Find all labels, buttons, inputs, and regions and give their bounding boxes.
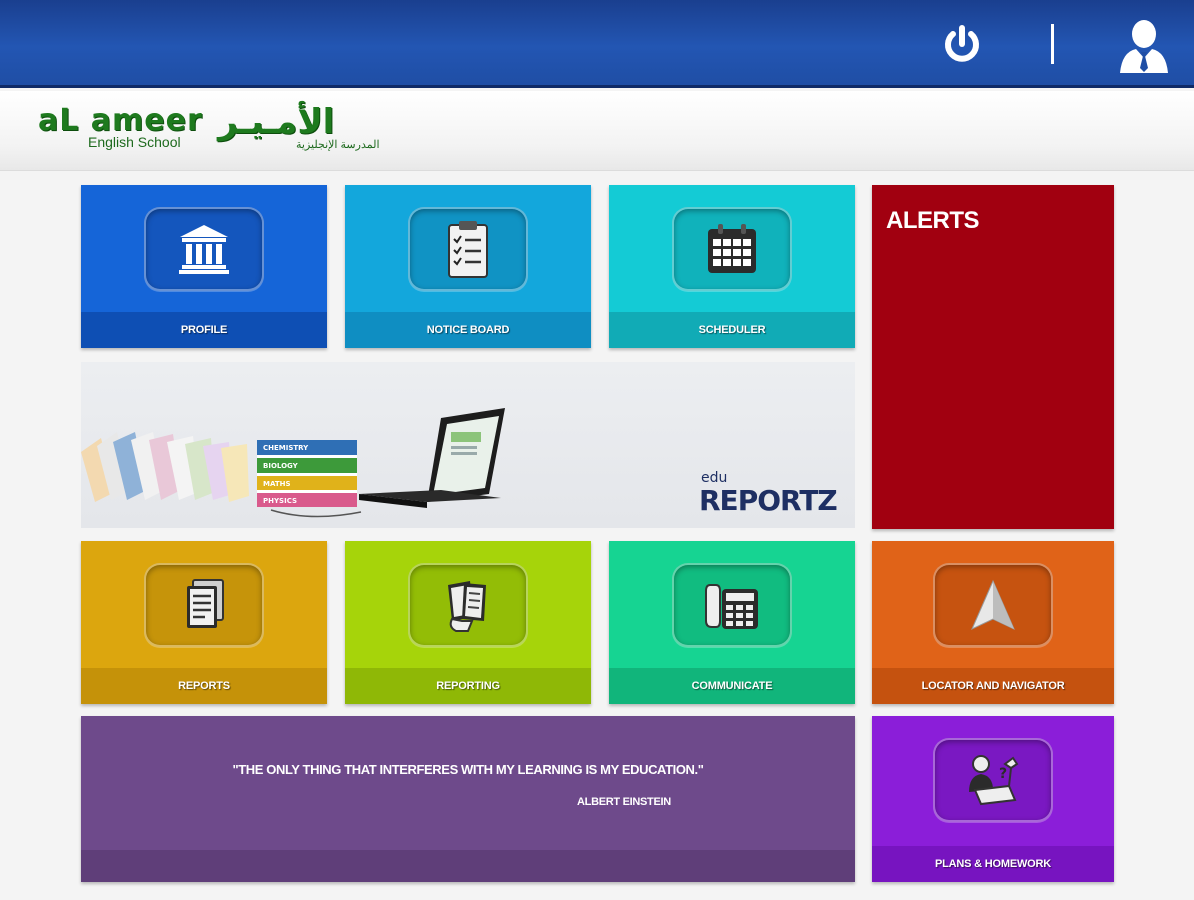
communicate-tile[interactable]: COMMUNICATE — [609, 541, 855, 704]
documents-icon — [144, 563, 264, 647]
calendar-icon — [672, 207, 792, 291]
header-separator — [1051, 24, 1054, 64]
communicate-label: COMMUNICATE — [609, 668, 855, 704]
book-label-maths: MATHS — [263, 480, 291, 488]
book-label-chemistry: CHEMISTRY — [263, 444, 309, 452]
notice-board-tile[interactable]: NOTICE BOARD — [345, 185, 591, 348]
quote-footer-bar — [81, 850, 855, 882]
books-laptop-illustration: CHEMISTRY BIOLOGY MATHS PHYSICS edu REPO… — [81, 408, 838, 518]
reporting-tile[interactable]: REPORTING — [345, 541, 591, 704]
desk-phone-icon — [672, 563, 792, 647]
reports-label: REPORTS — [81, 668, 327, 704]
plans-and-homework-label: PLANS & HOMEWORK — [872, 846, 1114, 882]
quote-panel: "THE ONLY THING THAT INTERFERES WITH MY … — [81, 716, 855, 882]
school-logo-english: aL ameer — [38, 103, 203, 138]
clipboard-checklist-icon — [408, 207, 528, 291]
school-logo-arabic-subtitle: المدرسة الإنجليزية — [296, 139, 380, 151]
hand-holding-papers-icon — [408, 563, 528, 647]
school-logo-arabic: الأمـيـر — [218, 102, 335, 142]
notice-board-label: NOTICE BOARD — [345, 312, 591, 348]
top-header-bar — [0, 0, 1194, 88]
plans-and-homework-tile[interactable]: ? PLANS & HOMEWORK — [872, 716, 1114, 882]
scheduler-tile[interactable]: SCHEDULER — [609, 185, 855, 348]
scheduler-label: SCHEDULER — [609, 312, 855, 348]
school-logo-english-subtitle: English School — [88, 134, 181, 150]
quote-author: ALBERT EINSTEIN — [577, 796, 671, 808]
book-label-biology: BIOLOGY — [263, 462, 299, 470]
reports-tile[interactable]: REPORTS — [81, 541, 327, 704]
reporting-label: REPORTING — [345, 668, 591, 704]
bank-building-icon — [144, 207, 264, 291]
book-label-physics: PHYSICS — [263, 497, 297, 505]
quote-text: "THE ONLY THING THAT INTERFERES WITH MY … — [232, 762, 704, 777]
navigation-arrow-icon — [933, 563, 1053, 647]
user-profile-icon[interactable] — [1118, 16, 1170, 74]
student-studying-icon: ? — [933, 738, 1053, 822]
profile-label: PROFILE — [81, 312, 327, 348]
locator-and-navigator-label: LOCATOR AND NAVIGATOR — [872, 668, 1114, 704]
edureportz-banner: CHEMISTRY BIOLOGY MATHS PHYSICS edu REPO… — [81, 362, 855, 528]
profile-tile[interactable]: PROFILE — [81, 185, 327, 348]
alerts-panel[interactable]: ALERTS — [872, 185, 1114, 529]
svg-text:?: ? — [999, 766, 1007, 782]
brand-main-text: REPORTZ — [699, 484, 837, 517]
alerts-title: ALERTS — [886, 207, 980, 234]
power-icon[interactable] — [940, 22, 984, 66]
locator-and-navigator-tile[interactable]: LOCATOR AND NAVIGATOR — [872, 541, 1114, 704]
